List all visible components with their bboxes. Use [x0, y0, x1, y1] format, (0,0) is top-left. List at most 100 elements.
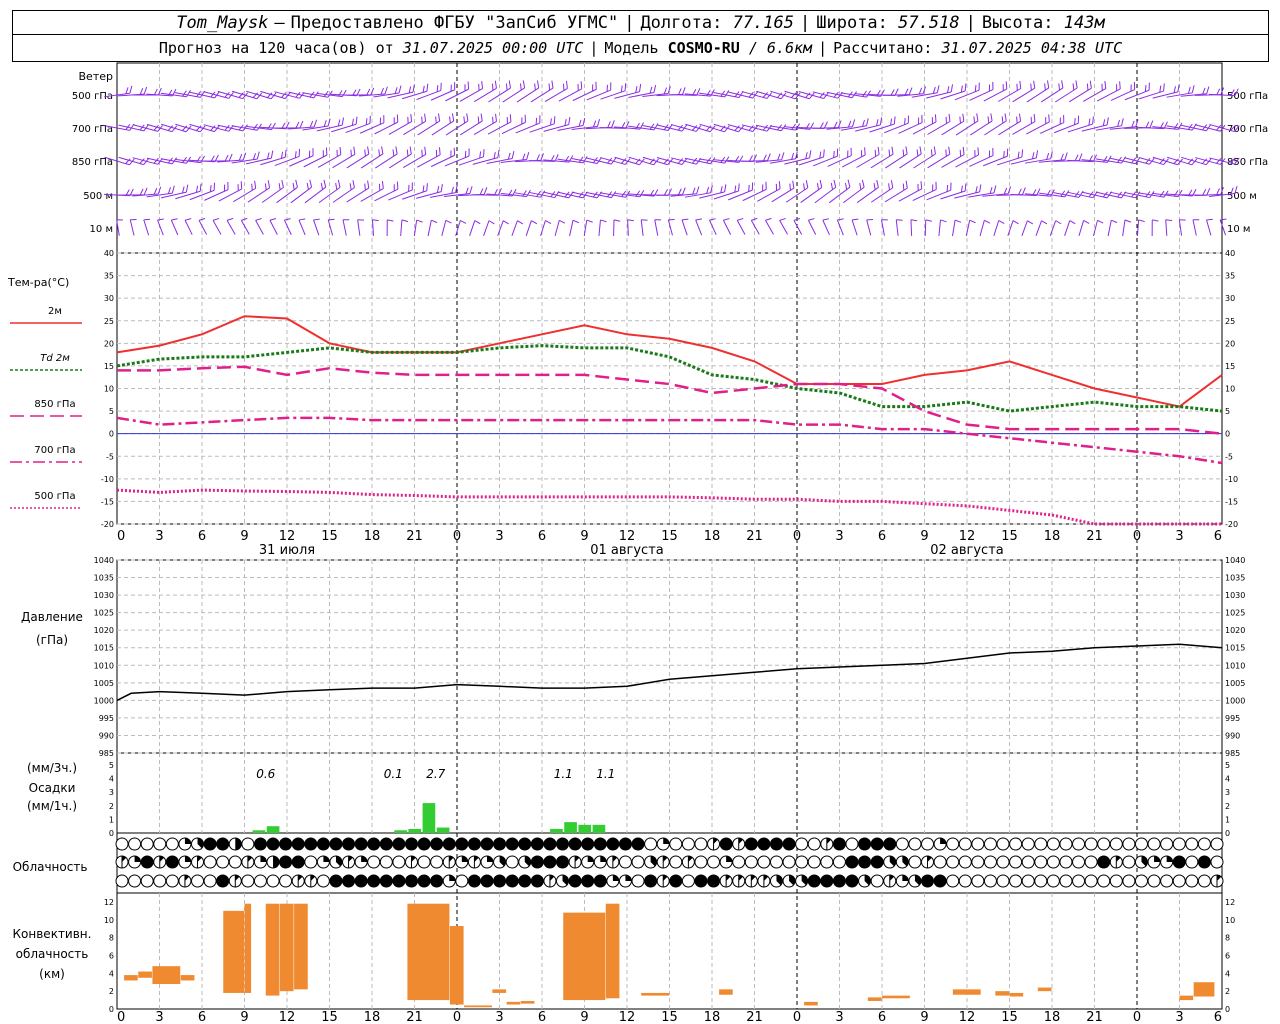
- y-tick-label: 1015: [1225, 644, 1245, 653]
- wind-barb-flag: [416, 219, 423, 223]
- wind-barb-flag: [1191, 85, 1195, 93]
- cloud-cover-symbol: [581, 874, 595, 888]
- cloud-cover-symbol: [644, 837, 658, 851]
- wind-barb-flag: [468, 148, 470, 157]
- cloud-cover-symbol: [1097, 855, 1111, 869]
- cloud-cover-symbol: [1021, 874, 1035, 888]
- cloud-cover-symbol: [1059, 874, 1073, 888]
- wind-barb-flag: [342, 219, 350, 221]
- wind-barb-staff: [1007, 220, 1014, 236]
- precip-bar: [408, 828, 422, 833]
- cloud-circle: [946, 837, 960, 851]
- wind-barb: [386, 219, 394, 236]
- cloud-circle: [845, 837, 859, 851]
- wind-barb-flag: [483, 187, 488, 195]
- cloud-cover-symbol: [455, 837, 469, 851]
- x-tick-label: 6: [198, 1010, 206, 1024]
- wind-barb-flag: [313, 119, 318, 128]
- cloud-cover-symbol: [996, 874, 1010, 888]
- wind-barb-flag: [1097, 219, 1104, 224]
- cloud-circle: [618, 855, 632, 869]
- wind-barb-flag: [242, 152, 247, 161]
- convective-axis-label: Конвективн.: [13, 927, 92, 941]
- cloud-fill: [449, 875, 456, 881]
- cloud-fill: [405, 838, 418, 850]
- cloud-circle: [1009, 874, 1023, 888]
- cloud-circle: [1009, 837, 1023, 851]
- cloud-circle: [958, 837, 972, 851]
- cloud-cover-symbol: [228, 837, 242, 851]
- cloud-circle: [631, 874, 645, 888]
- wind-barb-flag: [367, 146, 370, 155]
- wind-barb-flag: [366, 88, 371, 96]
- wind-barb-flag: [919, 146, 922, 155]
- x-tick-label: 21: [746, 1010, 763, 1024]
- precip-bar: [252, 830, 266, 833]
- wind-barb-flag: [682, 87, 686, 95]
- cloud-circle: [669, 837, 683, 851]
- wind-barb-flag: [479, 188, 484, 195]
- x-tick-label: 0: [117, 529, 125, 544]
- wind-barb: [807, 218, 817, 235]
- y-tick-label: 2: [1225, 802, 1230, 811]
- cloud-cover-symbol: [1210, 874, 1224, 888]
- wind-barb-flag: [954, 219, 962, 223]
- wind-barb-flag: [682, 187, 686, 195]
- cloud-circle: [1185, 855, 1199, 869]
- wind-barb-flag: [905, 180, 908, 189]
- y-tick-label: 6: [109, 951, 114, 960]
- cloud-fill: [921, 875, 934, 887]
- wind-barb-flag: [706, 186, 710, 194]
- wind-barb-flag: [355, 116, 358, 125]
- cloud-fill: [216, 838, 229, 850]
- wind-barb-flag: [1019, 80, 1022, 89]
- cloud-circle: [140, 874, 154, 888]
- wind-barb-staff: [455, 220, 461, 237]
- cloud-cover-symbol: [1197, 837, 1211, 851]
- wind-barb-flag: [1138, 219, 1145, 223]
- wind-barb: [614, 156, 645, 166]
- wind-barb: [1110, 81, 1136, 101]
- wind-barb-flag: [238, 92, 244, 98]
- cloud-cover-symbol: [593, 874, 607, 888]
- wind-barb-staff: [750, 220, 760, 235]
- wind-barb: [525, 220, 538, 236]
- wind-barb-flag: [706, 125, 712, 131]
- cloud-circle: [191, 874, 205, 888]
- wind-barb-flag: [1173, 123, 1179, 130]
- cloud-cover-symbol: [782, 874, 796, 888]
- x-tick-label: 3: [495, 1010, 503, 1024]
- wind-barb-flag: [805, 92, 811, 98]
- cloud-circle: [983, 837, 997, 851]
- cloud-fill: [323, 856, 330, 862]
- wind-barb-flag: [1165, 219, 1173, 222]
- wind-barb-flag: [396, 181, 399, 190]
- cloud-cover-symbol: [858, 874, 872, 888]
- cloud-fill: [184, 856, 191, 862]
- wind-barb: [793, 217, 803, 235]
- y-tick-label: 6: [1225, 951, 1230, 960]
- wind-barb-flag: [1046, 152, 1050, 160]
- cloud-cover-symbol: [694, 855, 708, 869]
- cloud-cover-symbol: [165, 855, 179, 869]
- cloud-circle: [1122, 855, 1136, 869]
- wind-barb-flag: [381, 146, 384, 155]
- cloud-cover-symbol: [958, 837, 972, 851]
- convective-cloud-bar: [492, 989, 507, 993]
- y-tick-label: 1030: [94, 591, 114, 600]
- cloud-fill: [581, 838, 594, 850]
- wind-barb-flag: [921, 114, 923, 123]
- wind-barb-flag: [357, 219, 365, 221]
- cloud-cover-symbol: [883, 837, 897, 851]
- wind-barb: [870, 180, 894, 203]
- cloud-cover-symbol: [568, 874, 582, 888]
- wind-barb-flag: [851, 119, 856, 127]
- cloud-cover-symbol: [757, 837, 771, 851]
- legend-label: 850 гПа: [34, 399, 75, 410]
- wind-barb-staff: [807, 220, 817, 235]
- wind-barb-flag: [1083, 220, 1090, 224]
- wind-barb-flag: [905, 146, 908, 155]
- cloud-cover-symbol: [304, 855, 318, 869]
- cloud-circle: [165, 837, 179, 851]
- cloud-cover-symbol: [1009, 874, 1023, 888]
